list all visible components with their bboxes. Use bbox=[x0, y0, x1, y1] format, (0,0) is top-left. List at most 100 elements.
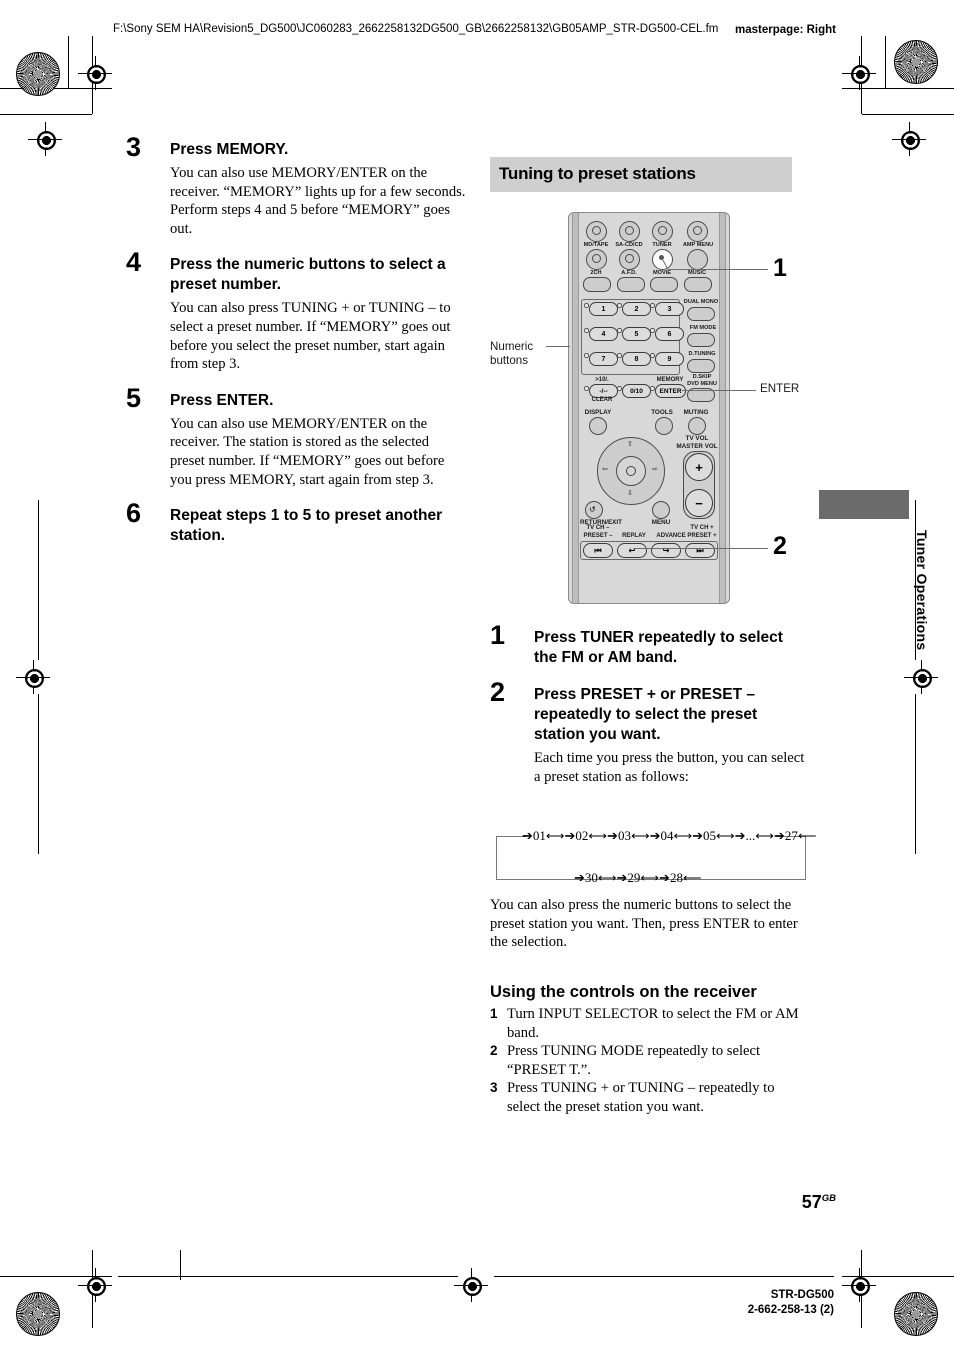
remote-label-music: MUSIC bbox=[687, 270, 707, 276]
step-body: You can also use MEMORY/ENTER on the rec… bbox=[170, 415, 445, 488]
step-number: 3 bbox=[126, 132, 142, 162]
remote-button-muting[interactable] bbox=[688, 417, 706, 435]
keypad-dot bbox=[584, 386, 589, 391]
remote-button-tools[interactable] bbox=[655, 417, 673, 435]
registration-cross bbox=[28, 122, 62, 156]
remote-button-music[interactable] bbox=[684, 277, 712, 292]
remote-label-master-vol: MASTER VOL bbox=[676, 443, 718, 450]
crop-mark-line bbox=[494, 1276, 834, 1277]
label-numeric-buttons: Numeric buttons bbox=[490, 340, 534, 367]
crop-mark-line bbox=[862, 114, 954, 115]
footer-doc-number: 2-662-258-13 (2) bbox=[747, 1304, 834, 1316]
list-item: 2 Press TUNING MODE repeatedly to select… bbox=[490, 1042, 810, 1079]
remote-button-preset-plus[interactable]: ⏭ bbox=[685, 543, 715, 558]
remote-button-afd[interactable] bbox=[617, 277, 645, 292]
remote-button-advance[interactable]: ↪ bbox=[651, 543, 681, 558]
registration-cross bbox=[454, 1268, 488, 1302]
remote-label-tv-ch-plus: TV CH + bbox=[690, 525, 714, 531]
remote-key-5[interactable]: 5 bbox=[622, 327, 651, 341]
remote-button-fm-mode[interactable] bbox=[687, 333, 715, 347]
remote-label-fm-mode: FM MODE bbox=[689, 325, 717, 331]
remote-key-8[interactable]: 8 bbox=[622, 352, 651, 366]
crop-mark-line bbox=[0, 114, 92, 115]
remote-button-menu[interactable] bbox=[652, 501, 670, 519]
cycle-top-sequence: ➔01⟷➔02⟷➔03⟷➔04⟷➔05⟷➔...⟷➔27⟵ bbox=[522, 828, 817, 843]
remote-label-amp-menu: AMP MENU bbox=[682, 242, 714, 248]
list-item-number: 3 bbox=[490, 1080, 498, 1096]
remote-button-dual-mono[interactable] bbox=[687, 307, 715, 321]
callout-2-leader bbox=[634, 548, 768, 550]
remote-button-preset-minus[interactable]: ⏮ bbox=[583, 543, 613, 558]
remote-key-1[interactable]: 1 bbox=[589, 302, 618, 316]
callout-1-leader bbox=[668, 269, 768, 271]
dpad-left-icon[interactable]: ⇦ bbox=[602, 465, 608, 473]
remote-button-movie[interactable] bbox=[650, 277, 678, 292]
dpad-right-icon[interactable]: ⇨ bbox=[652, 465, 658, 473]
remote-key-7[interactable]: 7 bbox=[589, 352, 618, 366]
remote-button-display[interactable] bbox=[589, 417, 607, 435]
step-heading: Press MEMORY. bbox=[170, 141, 289, 158]
remote-rail-left bbox=[572, 213, 579, 603]
remote-label-key10-top: >10/. bbox=[595, 377, 609, 383]
keypad-dot bbox=[650, 353, 655, 358]
registration-cross bbox=[78, 56, 112, 90]
remote-key-2[interactable]: 2 bbox=[622, 302, 651, 316]
remote-dpad-center-dot bbox=[626, 466, 636, 476]
remote-label-movie: MOVIE bbox=[652, 270, 672, 276]
section-heading-bar: Tuning to preset stations bbox=[490, 157, 792, 192]
remote-button-amp-menu[interactable] bbox=[687, 249, 708, 270]
keypad-dot bbox=[584, 353, 589, 358]
dpad-down-icon[interactable]: ⇩ bbox=[627, 489, 633, 497]
label-enter: ENTER bbox=[760, 382, 800, 395]
subsection-receiver-controls: Using the controls on the receiver 1 Tur… bbox=[490, 982, 810, 1117]
crop-mark-line bbox=[885, 36, 886, 88]
remote-button-inner-dot bbox=[592, 254, 601, 263]
remote-button-inner-dot bbox=[592, 226, 601, 235]
remote-button-2ch[interactable] bbox=[583, 277, 611, 292]
registration-cross bbox=[842, 56, 876, 90]
enter-leader bbox=[682, 390, 756, 392]
remote-body: MD/TAPE SA-CD/CD TUNER AMP MENU 2CH A.F.… bbox=[568, 212, 730, 604]
crop-mark-line bbox=[118, 1276, 458, 1277]
remote-key-0-10[interactable]: 0/10 bbox=[622, 384, 651, 398]
remote-key-4[interactable]: 4 bbox=[589, 327, 618, 341]
return-arrow-icon: ↺ bbox=[589, 505, 596, 514]
callout-number-1: 1 bbox=[773, 254, 787, 282]
callout-number-2: 2 bbox=[773, 532, 787, 560]
remote-label-sacd-cd: SA-CD/CD bbox=[615, 242, 643, 248]
keypad-dot bbox=[617, 303, 622, 308]
remote-rail-right bbox=[719, 213, 726, 603]
step-3: 3 Press MEMORY. You can also use MEMORY/… bbox=[126, 134, 466, 238]
remote-button-replay[interactable]: ↩ bbox=[617, 543, 647, 558]
keypad-dot bbox=[584, 303, 589, 308]
right-step-1: 1 Press TUNER repeatedly to select the F… bbox=[490, 622, 810, 668]
footer-block: STR-DG500 2-662-258-13 (2) bbox=[748, 1288, 834, 1318]
remote-label-dual-mono: DUAL MONO bbox=[683, 299, 719, 305]
step-heading: Press PRESET + or PRESET – repeatedly to… bbox=[534, 686, 758, 743]
registration-cross bbox=[904, 660, 938, 694]
keypad-dot bbox=[650, 328, 655, 333]
step-number: 4 bbox=[126, 247, 142, 278]
remote-button-d-tuning[interactable] bbox=[687, 359, 715, 373]
remote-key-dash[interactable]: -/-- bbox=[589, 384, 618, 398]
list-item-text: Press TUNING + or TUNING – repeatedly to… bbox=[507, 1080, 775, 1115]
registration-cross bbox=[892, 122, 926, 156]
section-title: Tuning to preset stations bbox=[499, 164, 696, 183]
remote-label-md-tape: MD/TAPE bbox=[583, 242, 609, 248]
remote-button-volume-down[interactable]: − bbox=[685, 489, 713, 517]
remote-key-6[interactable]: 6 bbox=[655, 327, 684, 341]
remote-label-display: DISPLAY bbox=[584, 409, 612, 416]
preset-cycle-diagram: ➔01⟷➔02⟷➔03⟷➔04⟷➔05⟷➔...⟷➔27⟵ ➔30⟷➔29⟷➔2… bbox=[496, 826, 816, 885]
crop-mark-line bbox=[38, 500, 39, 660]
remote-button-inner-dot bbox=[625, 226, 634, 235]
remote-button-volume-up[interactable]: + bbox=[685, 453, 713, 481]
keypad-dot bbox=[650, 386, 655, 391]
remote-label-dvd-menu: DVD MENU bbox=[687, 381, 717, 387]
step-number: 5 bbox=[126, 382, 142, 413]
list-item-text: Press TUNING MODE repeatedly to select “… bbox=[507, 1043, 761, 1078]
remote-label-menu: MENU bbox=[651, 519, 671, 526]
list-item-number: 1 bbox=[490, 1006, 498, 1021]
registration-cross bbox=[16, 660, 50, 694]
step-4: 4 Press the numeric buttons to select a … bbox=[126, 249, 466, 373]
dpad-up-icon[interactable]: ⇧ bbox=[627, 440, 633, 448]
